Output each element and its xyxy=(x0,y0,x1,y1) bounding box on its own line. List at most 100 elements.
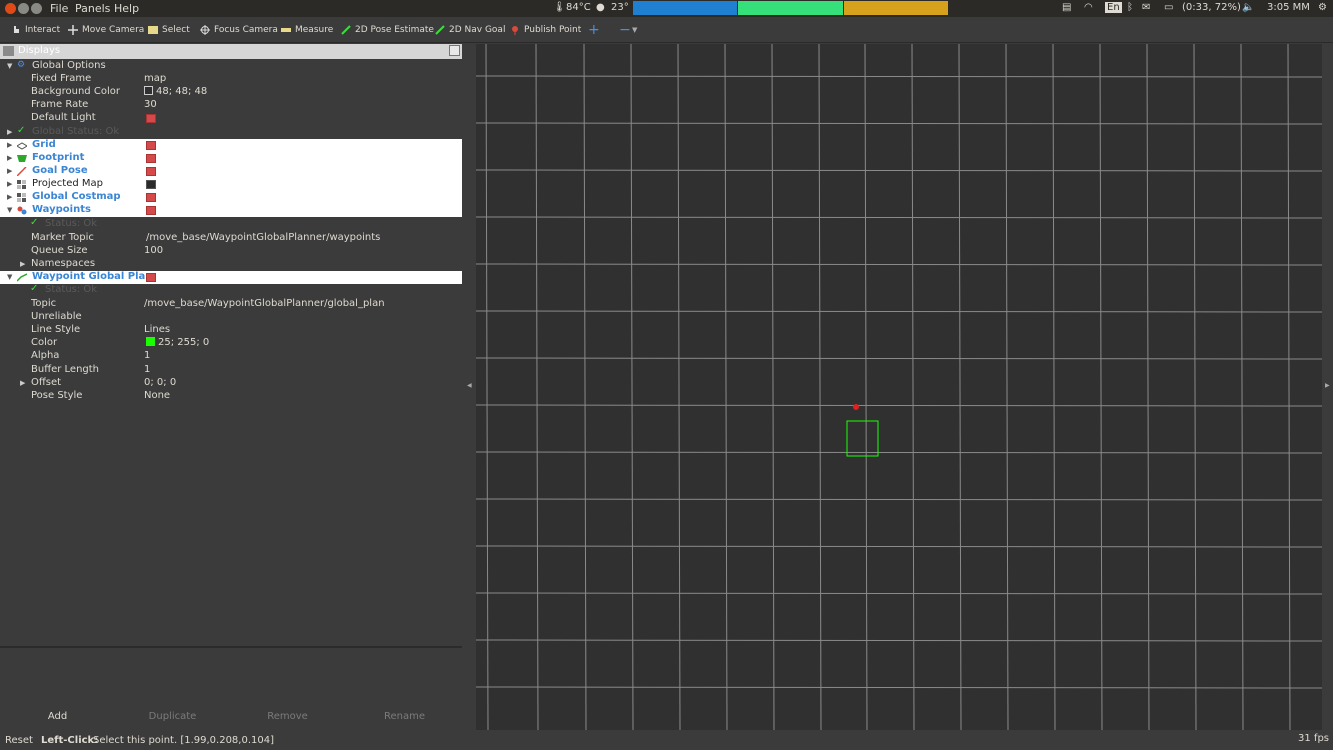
tree-row-global-costmap[interactable]: ▶ Global Costmap xyxy=(0,191,462,204)
enabled-checkbox[interactable] xyxy=(146,167,156,176)
enabled-checkbox[interactable] xyxy=(146,154,156,163)
row-value[interactable]: 48; 48; 48 xyxy=(144,86,207,97)
cpu-temp[interactable]: 84°C xyxy=(566,2,591,13)
tool-interact[interactable]: Interact xyxy=(11,23,60,37)
collapsed-arrow-icon[interactable]: ▶ xyxy=(20,379,25,387)
tree-row-footprint[interactable]: ▶ Footprint xyxy=(0,152,462,165)
bluetooth-icon[interactable]: ᛒ xyxy=(1127,2,1133,13)
enabled-checkbox[interactable] xyxy=(146,114,156,123)
enabled-checkbox[interactable] xyxy=(146,141,156,150)
remove-tool-button[interactable]: − xyxy=(619,22,631,38)
tree-row-global-status[interactable]: ▶ ✓ Global Status: Ok xyxy=(0,125,462,139)
tree-row-goal-pose[interactable]: ▶ Goal Pose xyxy=(0,165,462,178)
collapse-right-icon[interactable]: ▶ xyxy=(1325,382,1330,389)
waypoint-marker[interactable] xyxy=(853,404,859,410)
collapsed-arrow-icon[interactable]: ▶ xyxy=(7,128,12,136)
tool-measure[interactable]: Measure xyxy=(281,23,333,37)
tree-row-waypoint-global-plan[interactable]: ▼ Waypoint Global Plan xyxy=(0,271,462,284)
enabled-checkbox[interactable] xyxy=(146,206,156,215)
keyboard-layout[interactable]: En xyxy=(1105,2,1122,13)
row-value[interactable]: 1 xyxy=(144,350,150,361)
duplicate-button[interactable]: Duplicate xyxy=(115,711,230,722)
row-value[interactable]: 30 xyxy=(144,99,157,110)
maximize-window-icon[interactable] xyxy=(31,3,42,14)
tree-row-queue-size[interactable]: Queue Size 100 xyxy=(0,245,462,258)
row-value[interactable]: 1 xyxy=(144,364,150,375)
remove-button[interactable]: Remove xyxy=(230,711,345,722)
clock[interactable]: 3:05 MM xyxy=(1267,2,1310,13)
menu-file[interactable]: File xyxy=(50,2,68,15)
battery-status[interactable]: (0:33, 72%) xyxy=(1182,2,1241,13)
cpu-graph[interactable] xyxy=(633,1,737,15)
collapsed-arrow-icon[interactable]: ▶ xyxy=(7,167,12,175)
tree-row-background-color[interactable]: Background Color 48; 48; 48 xyxy=(0,86,462,99)
tree-row-unreliable[interactable]: Unreliable xyxy=(0,311,462,324)
menu-panels[interactable]: Panels xyxy=(75,2,110,15)
color-swatch[interactable] xyxy=(146,337,155,346)
collapsed-arrow-icon[interactable]: ▶ xyxy=(7,141,12,149)
reset-button[interactable]: Reset xyxy=(5,735,33,746)
tree-row-grid[interactable]: ▶ Grid xyxy=(0,139,462,152)
gear-icon[interactable]: ⚙ xyxy=(1318,2,1327,13)
row-value[interactable]: /move_base/WaypointGlobalPlanner/global_… xyxy=(144,298,385,309)
collapsed-arrow-icon[interactable]: ▶ xyxy=(7,154,12,162)
memory-graph[interactable] xyxy=(738,1,843,15)
minimize-window-icon[interactable] xyxy=(18,3,29,14)
weather-temp[interactable]: 23° xyxy=(611,2,629,13)
tree-row-fixed-frame[interactable]: Fixed Frame map xyxy=(0,73,462,86)
display-icon[interactable]: ▤ xyxy=(1062,2,1071,13)
row-value[interactable]: map xyxy=(144,73,166,84)
tree-row-global-options[interactable]: ▼ ⚙ Global Options xyxy=(0,60,462,73)
tool-move-camera[interactable]: Move Camera xyxy=(68,23,144,37)
add-button[interactable]: Add xyxy=(0,711,115,722)
tool-focus-camera[interactable]: Focus Camera xyxy=(200,23,278,37)
tree-row-projected-map[interactable]: ▶ Projected Map xyxy=(0,178,462,191)
close-window-icon[interactable] xyxy=(5,3,16,14)
battery-icon[interactable]: ▭ xyxy=(1164,2,1173,13)
tree-row-marker-topic[interactable]: Marker Topic /move_base/WaypointGlobalPl… xyxy=(0,232,462,245)
chevron-down-icon[interactable]: ▼ xyxy=(632,23,637,37)
collapsed-arrow-icon[interactable]: ▶ xyxy=(7,180,12,188)
tree-row-color[interactable]: Color 25; 255; 0 xyxy=(0,337,462,350)
panel-splitter[interactable]: ◀ xyxy=(462,44,476,730)
render-viewport[interactable] xyxy=(476,44,1322,730)
row-value[interactable]: /move_base/WaypointGlobalPlanner/waypoin… xyxy=(146,232,380,243)
row-value[interactable]: None xyxy=(144,390,170,401)
tree-row-alpha[interactable]: Alpha 1 xyxy=(0,350,462,363)
right-splitter[interactable]: ▶ xyxy=(1322,44,1333,730)
row-value[interactable]: 25; 255; 0 xyxy=(146,337,209,348)
tree-row-pose-style[interactable]: Pose Style None xyxy=(0,390,462,403)
row-value[interactable]: 0; 0; 0 xyxy=(144,377,176,388)
tool-2d-nav-goal[interactable]: 2D Nav Goal xyxy=(435,23,505,37)
rename-button[interactable]: Rename xyxy=(347,711,462,722)
expanded-arrow-icon[interactable]: ▼ xyxy=(7,273,12,281)
tree-row-default-light[interactable]: Default Light xyxy=(0,112,462,125)
tool-select[interactable]: Select xyxy=(148,23,190,37)
disabled-checkbox[interactable] xyxy=(146,180,156,189)
menu-help[interactable]: Help xyxy=(114,2,139,15)
add-tool-button[interactable]: + xyxy=(588,22,600,38)
volume-icon[interactable]: 🔈 xyxy=(1242,2,1254,13)
tool-2d-pose-estimate[interactable]: 2D Pose Estimate xyxy=(341,23,434,37)
tree-row-offset[interactable]: ▶ Offset 0; 0; 0 xyxy=(0,377,462,390)
expanded-arrow-icon[interactable]: ▼ xyxy=(7,62,12,70)
tool-publish-point[interactable]: Publish Point xyxy=(510,23,581,37)
wifi-icon[interactable]: ◠ xyxy=(1084,2,1093,13)
collapse-left-icon[interactable]: ◀ xyxy=(467,382,472,389)
color-swatch[interactable] xyxy=(144,86,153,95)
tree-row-waypoints[interactable]: ▼ Waypoints xyxy=(0,204,462,217)
tree-row-buffer-length[interactable]: Buffer Length 1 xyxy=(0,364,462,377)
tree-row-topic[interactable]: Topic /move_base/WaypointGlobalPlanner/g… xyxy=(0,298,462,311)
network-graph[interactable] xyxy=(844,1,948,15)
tree-row-frame-rate[interactable]: Frame Rate 30 xyxy=(0,99,462,112)
close-panel-button[interactable] xyxy=(449,45,460,56)
expanded-arrow-icon[interactable]: ▼ xyxy=(7,206,12,214)
tree-row-line-style[interactable]: Line Style Lines xyxy=(0,324,462,337)
tree-row-namespaces[interactable]: ▶ Namespaces xyxy=(0,258,462,271)
enabled-checkbox[interactable] xyxy=(146,193,156,202)
collapsed-arrow-icon[interactable]: ▶ xyxy=(20,260,25,268)
tree-row-plan-status[interactable]: ✓ Status: Ok xyxy=(0,283,462,297)
row-value[interactable]: Lines xyxy=(144,324,170,335)
enabled-checkbox[interactable] xyxy=(146,273,156,282)
tree-row-waypoints-status[interactable]: ✓ Status: Ok xyxy=(0,217,462,231)
